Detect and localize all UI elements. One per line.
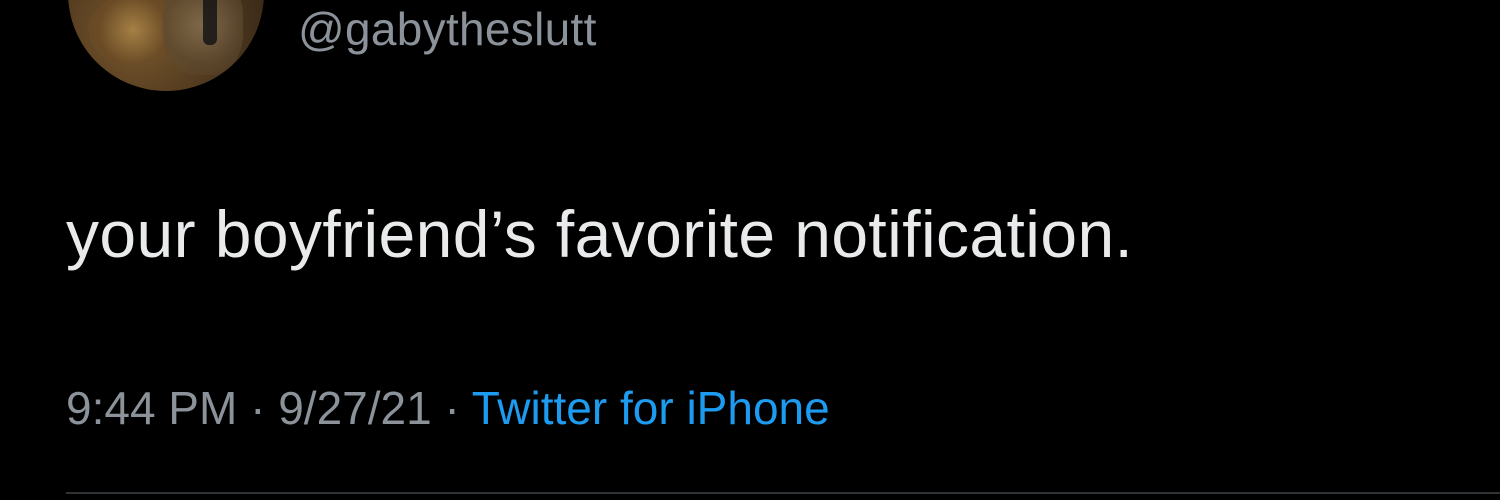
tweet-time[interactable]: 9:44 PM — [66, 382, 237, 434]
metadata-separator: · — [431, 382, 472, 434]
avatar[interactable] — [68, 0, 264, 91]
divider — [66, 492, 1500, 494]
tweet: @gabytheslutt your boyfriend’s favorite … — [0, 0, 1500, 500]
tweet-date[interactable]: 9/27/21 — [278, 382, 431, 434]
tweet-metadata: 9:44 PM · 9/27/21 · Twitter for iPhone — [66, 380, 830, 436]
tweet-text: your boyfriend’s favorite notification. — [66, 197, 1134, 271]
user-handle[interactable]: @gabytheslutt — [298, 2, 597, 56]
avatar-photo-detail — [203, 0, 217, 45]
tweet-source-link[interactable]: Twitter for iPhone — [472, 382, 830, 434]
metadata-separator: · — [237, 382, 279, 434]
